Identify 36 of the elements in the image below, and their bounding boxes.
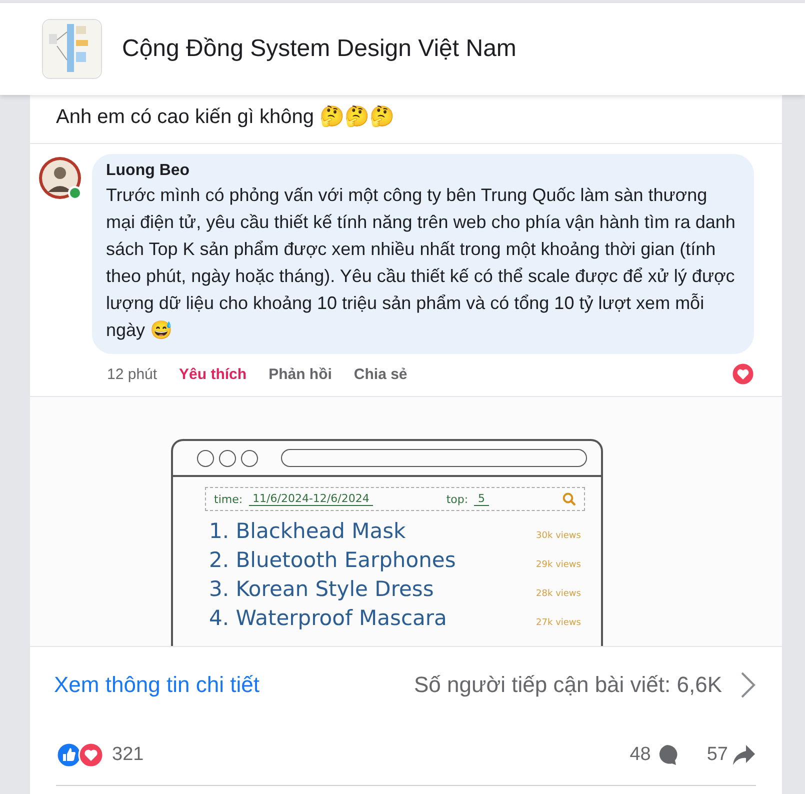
post-caption: Anh em có cao kiến gì không 🤔🤔🤔 <box>30 95 782 144</box>
share-count[interactable]: 57 <box>706 744 728 766</box>
view-details-link[interactable]: Xem thông tin chi tiết <box>54 672 260 698</box>
group-title[interactable]: Cộng Đồng System Design Việt Nam <box>122 35 516 63</box>
window-control-icon <box>241 450 258 466</box>
view-count: 29k views <box>536 560 581 570</box>
product-name: 1. Blackhead Mask <box>209 519 407 543</box>
reaction-count[interactable]: 321 <box>112 744 144 766</box>
comment-time[interactable]: 12 phút <box>107 366 158 382</box>
user-avatar[interactable] <box>38 156 82 200</box>
window-control-icon <box>197 450 214 466</box>
share-icon[interactable] <box>732 744 756 766</box>
like-reaction-icon[interactable] <box>56 742 82 768</box>
love-reaction-icon[interactable] <box>731 362 755 386</box>
post-reach-text: Số người tiếp cận bài viết: 6,6K <box>414 672 722 698</box>
window-control-icon <box>219 450 236 466</box>
comment-author[interactable]: Luong Beo <box>106 162 738 180</box>
time-label: time: <box>214 492 243 506</box>
product-name: 3. Korean Style Dress <box>209 577 435 601</box>
view-count: 30k views <box>536 531 581 541</box>
reply-link[interactable]: Phản hồi <box>268 366 332 382</box>
like-link[interactable]: Yêu thích <box>179 366 247 382</box>
time-field: 11/6/2024-12/6/2024 <box>248 492 374 506</box>
comment-count[interactable]: 48 <box>630 744 651 766</box>
post-image[interactable]: time: 11/6/2024-12/6/2024 top: 5 1. Blackhead Mask 30k views 2. Bluetooth Earphones 29k views 3. Korean Style Dress 28k views 4. Waterproof Mascara 27k views <box>30 397 782 647</box>
share-link[interactable]: Chia sẻ <box>354 366 408 382</box>
search-icon <box>562 492 576 506</box>
love-reaction-icon[interactable] <box>78 742 104 768</box>
product-name: 2. Bluetooth Earphones <box>209 548 457 572</box>
comment-text: Trước mình có phỏng vấn với một công ty bên Trung Quốc làm sàn thương mại điện tử, yêu cầu thiết kế tính năng trên web cho phía vận hành tìm ra danh sách Top K sản phẩm được xem nhiều nhất trong một khoảng thời gian (tính theo phút, ngày hoặc tháng). Yêu cầu thiết kế có thể scale được để xử lý được lượng dữ liệu cho khoảng 10 triệu sản phẩm và có tổng 10 tỷ lượt xem mỗi ngày 😅 <box>106 184 736 342</box>
chevron-right-icon[interactable] <box>740 671 756 699</box>
top-field: 5 <box>474 492 490 506</box>
product-name: 4. Waterproof Mascara <box>209 606 448 630</box>
view-count: 27k views <box>536 618 581 628</box>
top-label: top: <box>446 492 468 506</box>
view-count: 28k views <box>536 589 581 599</box>
